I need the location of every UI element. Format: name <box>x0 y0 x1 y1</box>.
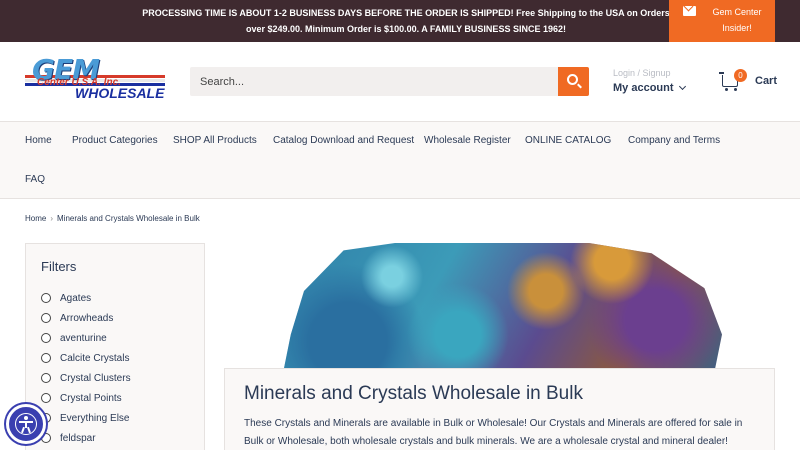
nav-item-wholesale-register[interactable]: Wholesale Register <box>424 134 511 148</box>
collection-title: Minerals and Crystals Wholesale in Bulk <box>244 383 583 404</box>
filters-title: Filters <box>41 259 77 274</box>
breadcrumb-current: Minerals and Crystals Wholesale in Bulk <box>57 214 200 223</box>
filter-label: feldspar <box>60 433 96 444</box>
announcement-bar: PROCESSING TIME IS ABOUT 1-2 BUSINESS DA… <box>0 0 800 42</box>
nav-item-company-terms[interactable]: Company and Terms <box>628 134 720 148</box>
filter-label: Crystal Clusters <box>60 373 131 384</box>
account-menu[interactable]: Login / Signup My account <box>613 67 713 97</box>
nav-item-catalog-download[interactable]: Catalog Download and Request <box>273 134 414 148</box>
breadcrumb-home-link[interactable]: Home <box>25 214 46 223</box>
site-logo[interactable]: GEM Center U.S.A. Inc. WHOLESALE <box>25 53 165 109</box>
my-account-label: My account <box>613 82 674 94</box>
cart-wheel-icon <box>734 88 737 91</box>
search-input[interactable] <box>190 67 558 96</box>
radio-button[interactable] <box>41 313 51 323</box>
my-account-dropdown[interactable]: My account <box>613 79 713 97</box>
announcement-message: PROCESSING TIME IS ABOUT 1-2 BUSINESS DA… <box>142 8 670 34</box>
accessibility-icon-head <box>24 416 28 420</box>
login-signup-link[interactable]: Login / Signup <box>613 67 713 79</box>
radio-button[interactable] <box>41 393 51 403</box>
breadcrumb-separator-icon: › <box>50 214 54 223</box>
insider-label: Gem Center Insider! <box>712 7 762 33</box>
mail-icon <box>683 6 696 16</box>
search-button[interactable] <box>558 67 589 96</box>
filter-label: Agates <box>60 293 92 304</box>
search-icon <box>567 74 578 85</box>
breadcrumb: Home › Minerals and Crystals Wholesale in … <box>25 214 200 223</box>
radio-button[interactable] <box>41 353 51 363</box>
collection-hero-image <box>224 243 775 368</box>
search-bar <box>190 67 589 96</box>
site-header: GEM Center U.S.A. Inc. WHOLESALE Login /… <box>0 42 800 121</box>
filters-sidebar: Filters Agates Arrowheads aventurine Cal… <box>25 243 205 450</box>
nav-item-home[interactable]: Home <box>25 134 52 148</box>
cart-wheel-icon <box>725 88 728 91</box>
radio-button[interactable] <box>41 293 51 303</box>
nav-item-faq[interactable]: FAQ <box>25 173 45 187</box>
nav-item-online-catalog[interactable]: ONLINE CATALOG <box>525 134 611 148</box>
radio-button[interactable] <box>41 373 51 383</box>
logo-text-wholesale: WHOLESALE <box>75 85 165 101</box>
chevron-down-icon <box>678 82 686 91</box>
radio-button[interactable] <box>41 333 51 343</box>
cart-label: Cart <box>755 75 778 87</box>
nav-item-product-categories[interactable]: Product Categories <box>72 134 158 148</box>
filter-label: Calcite Crystals <box>60 353 130 364</box>
main-navigation: Home Product Categories SHOP All Product… <box>0 121 800 199</box>
page: PROCESSING TIME IS ABOUT 1-2 BUSINESS DA… <box>0 0 800 450</box>
mineral-photo <box>282 243 722 368</box>
collection-description: These Crystals and Minerals are availabl… <box>244 418 743 447</box>
cart-button[interactable]: 0 Cart <box>719 69 782 94</box>
filter-label: Arrowheads <box>60 313 114 324</box>
insider-button[interactable]: Gem Center Insider! <box>669 0 775 42</box>
filter-label: Everything Else <box>60 413 130 424</box>
nav-item-shop-all-products[interactable]: SHOP All Products <box>173 134 257 148</box>
filter-label: Crystal Points <box>60 393 122 404</box>
cart-count-badge: 0 <box>734 69 747 82</box>
collection-info-card: Minerals and Crystals Wholesale in Bulk … <box>224 368 775 450</box>
filter-label: aventurine <box>60 333 107 344</box>
accessibility-button[interactable] <box>6 404 46 444</box>
